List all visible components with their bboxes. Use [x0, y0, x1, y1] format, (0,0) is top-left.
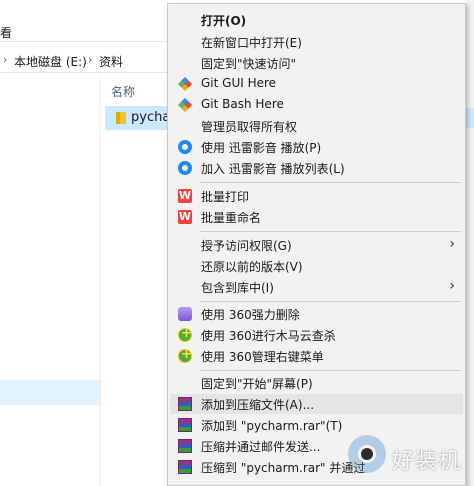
menu-separator [200, 301, 461, 302]
menu-item-pin-quick-access[interactable]: 固定到"快速访问" [170, 53, 463, 73]
menu-item-label: 使用 360管理右键菜单 [201, 350, 324, 364]
menu-item-pin-start[interactable]: 固定到"开始"屏幕(P) [170, 373, 463, 393]
breadcrumb-drive[interactable]: 本地磁盘 (E:) [14, 53, 87, 70]
menu-item-label: 打开(O) [201, 14, 247, 28]
menu-item-add-to-rar[interactable]: 添加到 "pycharm.rar"(T) [170, 415, 463, 435]
menu-item-grant-access[interactable]: 授予访问权限(G) › [170, 235, 463, 255]
chevron-right-icon: › [449, 236, 455, 252]
winrar-icon [178, 460, 192, 474]
menu-item-add-archive[interactable]: 添加到压缩文件(A)... [170, 394, 463, 414]
menu-item-label: 固定到"开始"屏幕(P) [201, 377, 313, 391]
menu-item-label: 压缩并通过邮件发送... [201, 440, 321, 454]
nav-selected-item[interactable] [0, 380, 100, 405]
breadcrumb-folder[interactable]: 资料 [99, 53, 123, 70]
menu-item-label: 使用 360强力删除 [201, 308, 300, 322]
git-icon [177, 76, 193, 92]
menu-item-label: 在新窗口中打开(E) [201, 36, 302, 50]
menu-separator [200, 370, 461, 371]
menu-item-restore-versions[interactable]: 还原以前的版本(V) [170, 256, 463, 276]
menu-item-label: 固定到"快速访问" [201, 57, 297, 71]
ribbon-view-tab[interactable]: 看 [0, 24, 12, 41]
xunlei-icon [178, 161, 192, 175]
menu-item-label: 加入 迅雷影音 播放列表(L) [201, 162, 345, 176]
menu-item-git-bash[interactable]: Git Bash Here [170, 95, 463, 115]
menu-item-360-scan[interactable]: 使用 360进行木马云查杀 [170, 325, 463, 345]
wps-icon: W [178, 189, 192, 203]
menu-separator [200, 182, 461, 183]
menu-item-open[interactable]: 打开(O) [170, 10, 463, 30]
menu-item-label: 使用 360进行木马云查杀 [201, 329, 336, 343]
watermark-text: 好装机 [392, 449, 462, 474]
menu-item-xunlei-play[interactable]: 使用 迅雷影音 播放(P) [170, 137, 463, 157]
menu-item-label: 批量重命名 [201, 211, 262, 225]
menu-item-open-new-window[interactable]: 在新窗口中打开(E) [170, 32, 463, 52]
right-pane-edge [466, 0, 474, 486]
menu-item-360-menu[interactable]: 使用 360管理右键菜单 [170, 346, 463, 366]
menu-item-label: Git GUI Here [201, 76, 277, 90]
git-icon [177, 97, 193, 113]
menu-item-batch-rename[interactable]: W 批量重命名 [170, 207, 463, 227]
menu-item-label: 添加到压缩文件(A)... [201, 398, 315, 412]
context-menu: 打开(O) 在新窗口中打开(E) 固定到"快速访问" Git GUI Here … [167, 3, 466, 486]
chevron-right-icon: › [449, 278, 455, 294]
360-icon [178, 347, 192, 363]
navigation-pane[interactable] [0, 72, 101, 486]
xunlei-icon [178, 140, 192, 154]
right-pane-selection [466, 108, 474, 128]
menu-item-label: 压缩到 "pycharm.rar" 并通过 [201, 461, 366, 475]
menu-item-include-library[interactable]: 包含到库中(I) › [170, 277, 463, 297]
menu-item-label: 授予访问权限(G) [201, 239, 292, 253]
menu-item-label: 使用 迅雷影音 播放(P) [201, 141, 322, 155]
winrar-icon [178, 439, 192, 453]
menu-item-label: 包含到库中(I) [201, 281, 274, 295]
wps-icon: W [178, 210, 192, 224]
column-header-name[interactable]: 名称 [111, 83, 135, 100]
menu-item-label: Git Bash Here [201, 97, 284, 111]
menu-separator [200, 231, 461, 232]
chevron-right-icon: › [3, 53, 8, 66]
winrar-icon [178, 418, 192, 432]
ribbon-divider [0, 41, 168, 42]
menu-item-label: 管理员取得所有权 [201, 120, 298, 134]
menu-item-batch-print[interactable]: W 批量打印 [170, 186, 463, 206]
menu-item-label: 添加到 "pycharm.rar"(T) [201, 419, 343, 433]
winrar-icon [178, 397, 192, 411]
menu-item-label: 批量打印 [201, 190, 250, 204]
menu-item-xunlei-add[interactable]: 加入 迅雷影音 播放列表(L) [170, 158, 463, 178]
menu-item-take-ownership[interactable]: 管理员取得所有权 [170, 116, 463, 136]
360-delete-icon [178, 307, 192, 321]
chevron-right-icon: › [88, 53, 93, 66]
360-icon [178, 326, 192, 342]
menu-item-git-gui[interactable]: Git GUI Here [170, 74, 463, 94]
menu-item-label: 还原以前的版本(V) [201, 260, 303, 274]
menu-item-360-delete[interactable]: 使用 360强力删除 [170, 304, 463, 324]
folder-icon [116, 112, 126, 124]
watermark-logo-eye-icon [358, 445, 376, 463]
